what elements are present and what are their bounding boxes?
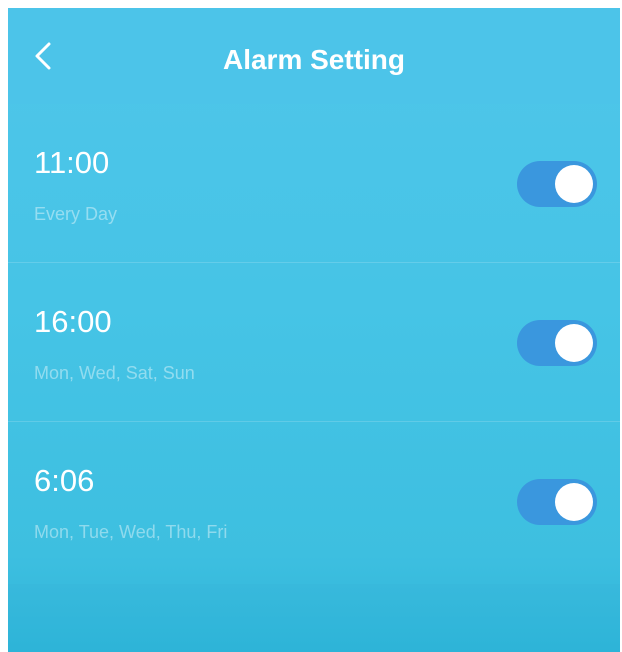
toggle-knob (555, 483, 593, 521)
alarm-repeat-days: Every Day (34, 204, 118, 224)
toggle-knob (555, 324, 593, 362)
alarm-toggle[interactable] (517, 479, 597, 525)
alarm-time: 16:00 (34, 304, 112, 339)
alarm-toggle[interactable] (517, 320, 597, 366)
toggle-knob (555, 165, 593, 203)
alarm-row[interactable]: 6:06 Mon, Tue, Wed, Thu, Fri (8, 422, 620, 580)
alarm-time: 6:06 (34, 463, 95, 498)
alarm-list: 11:00 Every Day 16:00 Mon, Wed, Sat, Sun… (8, 104, 620, 580)
bottom-area (8, 584, 620, 652)
alarm-row[interactable]: 16:00 Mon, Wed, Sat, Sun (8, 263, 620, 422)
alarm-toggle[interactable] (517, 161, 597, 207)
top-bar: Alarm Setting (8, 8, 620, 104)
alarm-repeat-days: Mon, Wed, Sat, Sun (34, 363, 195, 383)
alarm-time: 11:00 (34, 145, 110, 180)
alarm-repeat-days: Mon, Tue, Wed, Thu, Fri (34, 522, 228, 542)
page-title: Alarm Setting (222, 44, 406, 75)
alarm-setting-screen: Alarm Setting 11:00 Every Day 16:00 Mon,… (8, 8, 620, 652)
alarm-row[interactable]: 11:00 Every Day (8, 104, 620, 263)
